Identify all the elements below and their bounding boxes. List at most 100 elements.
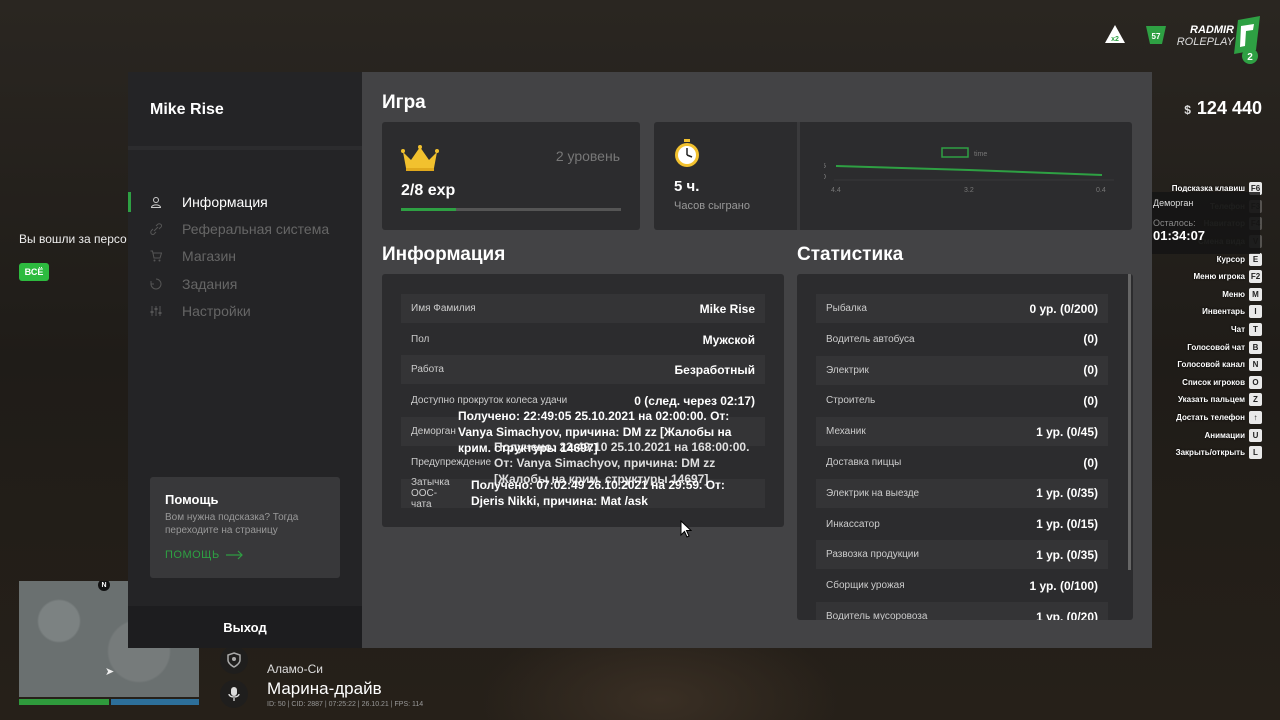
- keybind-label: Голосовой канал: [1177, 360, 1245, 370]
- stat-value: (0): [1083, 455, 1098, 470]
- exit-button[interactable]: Выход: [128, 606, 362, 648]
- stat-value: (0): [1083, 332, 1098, 347]
- x2-badge-icon: x2: [1104, 24, 1126, 44]
- stat-row: Строитель (0): [816, 386, 1108, 415]
- graph-y-tick: 5: [824, 163, 826, 170]
- keybind-key: Z: [1249, 393, 1262, 407]
- stat-row: Водитель мусоровоза 1 ур. (0/20): [816, 602, 1108, 620]
- brand-line1: RADMIR: [1190, 24, 1234, 36]
- info-value: Мужской: [702, 332, 755, 347]
- playtime-card: 5 ч. Часов сыграно time 5 0 4.4 3.2 0.4: [654, 122, 1132, 230]
- stats-scrollbar[interactable]: [1128, 274, 1131, 570]
- stat-label: Водитель автобуса: [826, 333, 915, 345]
- sidebar-item-label: Настройки: [182, 303, 251, 319]
- location-area: Аламо-Си: [267, 662, 323, 676]
- info-key: Предупреждение: [411, 457, 492, 468]
- help-link[interactable]: ПОМОЩЬ: [165, 549, 325, 561]
- keybind-label: Анимации: [1204, 430, 1245, 440]
- help-title: Помощь: [165, 492, 219, 507]
- money-amount: 124 440: [1196, 98, 1262, 118]
- keybind-label: Закрыть/открыть: [1175, 448, 1245, 458]
- keybind-key: O: [1249, 375, 1262, 389]
- stat-value: 1 ур. (0/20): [1036, 609, 1098, 621]
- sidebar-item-settings[interactable]: Настройки: [128, 300, 362, 322]
- stats-card: Рыбалка 0 ур. (0/200) Водитель автобуса (0)…: [797, 274, 1133, 620]
- keybind-label: Указать пальцем: [1177, 395, 1245, 405]
- stat-value: 1 ур. (0/35): [1036, 486, 1098, 501]
- link-icon: [149, 222, 163, 236]
- stat-row: Электрик на выезде 1 ур. (0/35): [816, 478, 1108, 508]
- stopwatch-icon: [672, 138, 702, 173]
- stat-value: (0): [1083, 363, 1098, 378]
- stat-label: Механик: [826, 426, 866, 438]
- level-label: 2 уровень: [555, 148, 620, 164]
- sidebar-item-tasks[interactable]: Задания: [128, 273, 362, 295]
- demorgan-title: Деморган: [1153, 198, 1194, 208]
- keybind-key: N: [1249, 358, 1262, 372]
- stat-value: 1 ур. (0/35): [1036, 547, 1098, 562]
- graph-line: [835, 165, 1103, 176]
- keybind-key: E: [1249, 252, 1262, 266]
- stat-row: Механик 1 ур. (0/45): [816, 417, 1108, 447]
- info-value: Mike Rise: [699, 301, 755, 316]
- crown-icon: [401, 144, 439, 177]
- graph-legend-swatch: [941, 147, 969, 158]
- player-arrow-icon: ➤: [105, 666, 115, 678]
- help-link-label: ПОМОЩЬ: [165, 549, 220, 561]
- keybind-key: M: [1249, 287, 1262, 301]
- location-street: Марина-драйв: [267, 679, 382, 698]
- microphone-icon: [220, 680, 248, 708]
- cart-icon: [149, 249, 163, 263]
- stat-label: Сборщик урожая: [826, 580, 905, 592]
- keybind-key: B: [1249, 340, 1262, 354]
- demorgan-timer: Деморган Осталось: 01:34:07: [1150, 192, 1260, 254]
- svg-text:x2: x2: [1111, 36, 1119, 43]
- hours-played: 5 ч.: [674, 178, 700, 195]
- sidebar-item-label: Реферальная система: [182, 221, 330, 237]
- info-row: Пол Мужской: [401, 325, 765, 354]
- chat-all-button[interactable]: ВСЁ: [19, 263, 49, 281]
- money-symbol: $: [1184, 103, 1191, 117]
- info-key: Имя Фамилия: [411, 303, 476, 314]
- player-menu-panel: Mike Rise Информация Реферальная система…: [128, 72, 1152, 648]
- keybind-key: I: [1249, 305, 1262, 319]
- stat-value: 1 ур. (0/100): [1029, 578, 1098, 593]
- graph-x-tick: 4.4: [831, 187, 841, 194]
- mute-message: Получено: 07:02:49 26.10.2021 на 29:59. …: [471, 478, 725, 508]
- demorgan-remaining-time: 01:34:07: [1153, 228, 1206, 243]
- stat-value: 1 ур. (0/15): [1036, 517, 1098, 532]
- info-row: Имя Фамилия Mike Rise: [401, 294, 765, 323]
- stat-label: Строитель: [826, 395, 876, 407]
- help-description: Вом нужна подсказка? Тогда переходите на…: [165, 512, 299, 536]
- svg-text:2: 2: [1247, 52, 1253, 63]
- info-key: Пол: [411, 334, 430, 345]
- stat-label: Водитель мусоровоза: [826, 611, 928, 620]
- stat-label: Электрик: [826, 364, 869, 376]
- mouse-cursor-icon: [680, 519, 693, 543]
- info-card: Имя Фамилия Mike Rise Пол Мужской Работа Бе…: [382, 274, 784, 527]
- keybind-key: ↑: [1249, 411, 1262, 425]
- sidebar-item-info[interactable]: Информация: [128, 191, 362, 213]
- info-key: Деморган: [411, 426, 456, 437]
- sidebar-item-shop[interactable]: Магазин: [128, 245, 362, 267]
- keybind-key: L: [1249, 446, 1262, 460]
- stat-value: (0): [1083, 393, 1098, 408]
- settings-icon: [149, 304, 163, 318]
- level-card: 2 уровень 2/8 exp: [382, 122, 640, 230]
- graph-y-tick: 0: [824, 174, 826, 181]
- keybind-label: Достать телефон: [1176, 413, 1245, 423]
- sidebar-item-label: Магазин: [182, 248, 237, 264]
- stat-row: Сборщик урожая 1 ур. (0/100): [816, 571, 1108, 600]
- arrow-right-icon: [225, 550, 243, 560]
- player-id-line: ID: 50 | CID: 2887 | 07:25:22 | 26.10.21…: [267, 701, 424, 708]
- keybind-label: Голосовой чат: [1187, 342, 1245, 352]
- sidebar-item-referral[interactable]: Реферальная система: [128, 218, 362, 240]
- info-row: Работа Безработный: [401, 355, 765, 384]
- brand-line2: ROLEPLAY: [1176, 36, 1234, 48]
- stat-label: Электрик на выезде: [826, 487, 920, 499]
- graph-legend-label: time: [974, 151, 987, 158]
- stat-row: Водитель автобуса (0): [816, 325, 1108, 354]
- tasks-icon: [149, 277, 163, 291]
- info-value: Безработный: [674, 362, 755, 377]
- info-key: Затычка ООС-чата: [411, 477, 450, 510]
